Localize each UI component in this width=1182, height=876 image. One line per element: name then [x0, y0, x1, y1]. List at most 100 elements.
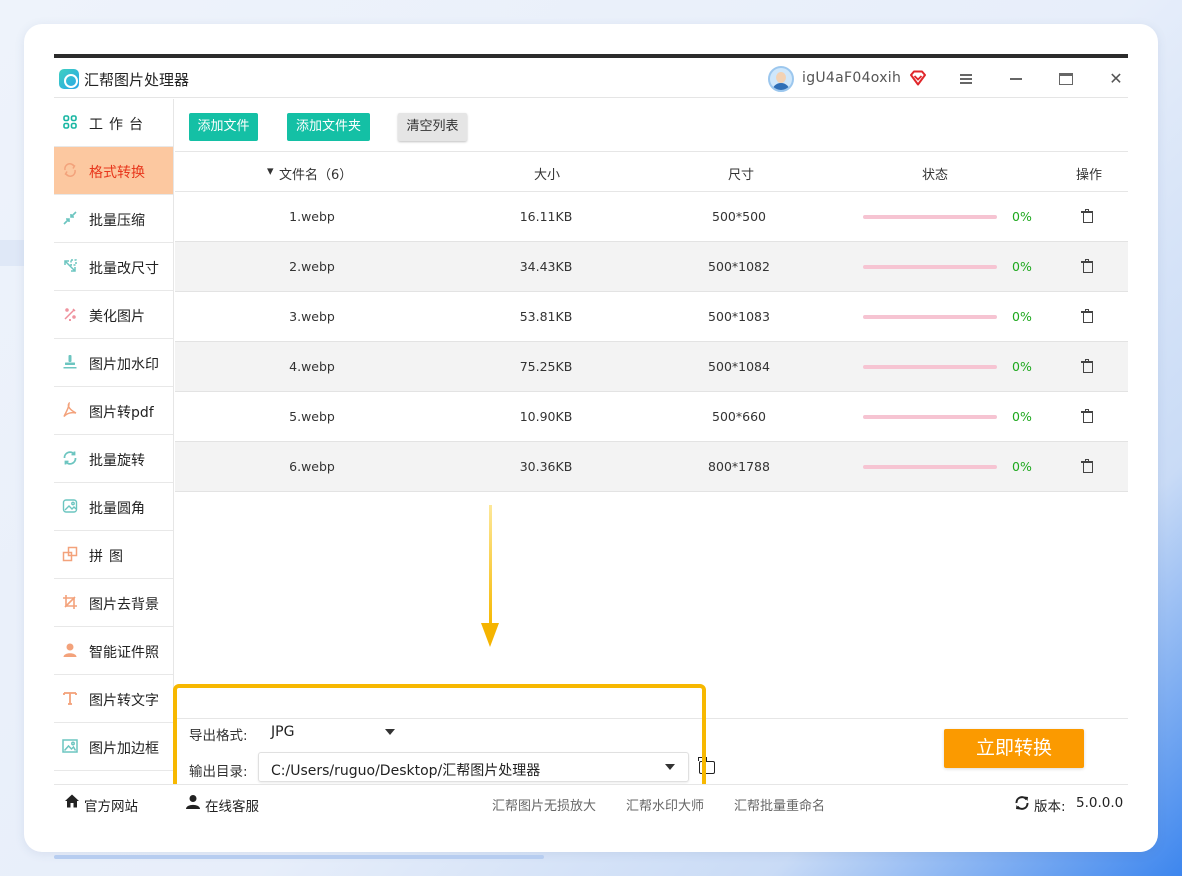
user-avatar[interactable]	[768, 66, 794, 92]
puzzle-icon	[62, 546, 78, 562]
sidebar-item-rounded-corners[interactable]: 批量圆角	[54, 483, 173, 531]
add-folder-button[interactable]: 添加文件夹	[287, 113, 370, 141]
footer-link-rename[interactable]: 汇帮批量重命名	[734, 795, 825, 814]
app-logo-icon	[59, 69, 79, 89]
sidebar-item-label: 图片去背景	[89, 597, 159, 613]
sidebar-item-workbench[interactable]: 工作台	[54, 99, 173, 147]
table-row[interactable]: 6.webp 30.36KB 800*1788 0%	[175, 442, 1128, 492]
person-icon	[63, 643, 77, 657]
row-progress-text: 0%	[1012, 259, 1032, 274]
table-row[interactable]: 1.webp 16.11KB 500*500 0%	[175, 192, 1128, 242]
pdf-icon	[63, 402, 77, 418]
maximize-icon[interactable]	[1054, 68, 1078, 90]
row-filename: 4.webp	[289, 359, 335, 374]
annotation-highlight-box	[173, 684, 706, 798]
row-size: 16.11KB	[519, 209, 573, 224]
close-icon[interactable]: ✕	[1104, 68, 1128, 90]
clear-list-button[interactable]: 清空列表	[398, 113, 467, 141]
row-dimensions: 500*1083	[708, 309, 770, 324]
menu-icon[interactable]	[954, 68, 978, 90]
column-header-dimensions: 尺寸	[728, 168, 755, 183]
table-row[interactable]: 4.webp 75.25KB 500*1084 0%	[175, 342, 1128, 392]
row-filename: 5.webp	[289, 409, 335, 424]
sidebar-item-batch-rotate[interactable]: 批量旋转	[54, 435, 173, 483]
row-size: 75.25KB	[519, 359, 573, 374]
convert-icon	[64, 163, 76, 177]
minimize-icon[interactable]	[1004, 68, 1028, 90]
row-size: 53.81KB	[519, 309, 573, 324]
text-icon	[63, 692, 77, 705]
file-table: ▾ 文件名（6） 大小 尺寸 状态 操作 1.webp 16.11KB 500*…	[175, 152, 1128, 492]
row-filename: 1.webp	[289, 209, 335, 224]
delete-trash-icon[interactable]	[1081, 459, 1093, 473]
sidebar-item-format-convert[interactable]: 格式转换	[54, 147, 173, 195]
delete-trash-icon[interactable]	[1081, 309, 1093, 323]
sidebar-item-id-photo[interactable]: 智能证件照	[54, 627, 173, 675]
sidebar-item-remove-background[interactable]: 图片去背景	[54, 579, 173, 627]
title-bar: 汇帮图片处理器 igU4aF04oxih ✕	[54, 58, 1128, 98]
row-dimensions: 800*1788	[708, 459, 770, 474]
beautify-icon	[64, 308, 76, 321]
watermark-icon	[63, 355, 77, 369]
refresh-icon[interactable]	[1014, 795, 1030, 811]
sidebar-item-to-pdf[interactable]: 图片转pdf	[54, 387, 173, 435]
sort-triangle-icon[interactable]: ▾	[267, 164, 274, 179]
column-header-filename[interactable]: 文件名（6）	[279, 164, 352, 183]
footer-link-upscale[interactable]: 汇帮图片无损放大	[492, 795, 596, 814]
sidebar-item-watermark[interactable]: 图片加水印	[54, 339, 173, 387]
sidebar-item-label: 批量旋转	[89, 453, 145, 469]
row-size: 34.43KB	[519, 259, 573, 274]
sidebar-item-add-border[interactable]: 图片加边框	[54, 723, 173, 771]
sidebar-item-label: 图片转文字	[89, 693, 159, 709]
username[interactable]: igU4aF04oxih	[802, 70, 901, 86]
row-filename: 6.webp	[289, 459, 335, 474]
sidebar-item-label: 工作台	[89, 117, 149, 133]
add-file-button[interactable]: 添加文件	[189, 113, 258, 141]
version-label: 版本:	[1034, 799, 1066, 815]
sidebar-item-batch-compress[interactable]: 批量压缩	[54, 195, 173, 243]
row-size: 30.36KB	[519, 459, 573, 474]
diamond-icon[interactable]	[909, 70, 927, 86]
rotate-icon	[63, 451, 77, 465]
sidebar-item-label: 图片转pdf	[89, 405, 154, 421]
toolbar: 添加文件 添加文件夹 清空列表	[175, 99, 1128, 152]
table-row[interactable]: 2.webp 34.43KB 500*1082 0%	[175, 242, 1128, 292]
compress-icon	[63, 211, 77, 225]
sidebar-item-beautify[interactable]: 美化图片	[54, 291, 173, 339]
annotation-arrow-head	[481, 623, 499, 647]
table-row[interactable]: 3.webp 53.81KB 500*1083 0%	[175, 292, 1128, 342]
sidebar-item-label: 格式转换	[89, 165, 145, 181]
footer-link-watermark[interactable]: 汇帮水印大师	[626, 795, 704, 814]
row-filename: 2.webp	[289, 259, 335, 274]
annotation-arrow-shaft	[489, 505, 492, 627]
online-support-link[interactable]: 在线客服	[205, 795, 259, 815]
resize-icon	[64, 259, 77, 272]
sidebar-item-label: 美化图片	[89, 309, 145, 325]
delete-trash-icon[interactable]	[1081, 259, 1093, 273]
delete-trash-icon[interactable]	[1081, 409, 1093, 423]
row-dimensions: 500*1084	[708, 359, 770, 374]
column-header-actions: 操作	[1076, 168, 1103, 183]
rounded-image-icon	[62, 499, 78, 513]
sidebar-item-ocr[interactable]: 图片转文字	[54, 675, 173, 723]
row-dimensions: 500*500	[712, 209, 766, 224]
sidebar-item-batch-resize[interactable]: 批量改尺寸	[54, 243, 173, 291]
table-row[interactable]: 5.webp 10.90KB 500*660 0%	[175, 392, 1128, 442]
official-site-link[interactable]: 官方网站	[84, 795, 138, 815]
convert-now-button[interactable]: 立即转换	[944, 729, 1084, 768]
version-value: 5.0.0.0	[1076, 795, 1124, 811]
sidebar-item-label: 图片加水印	[89, 357, 159, 373]
progress-bar	[863, 465, 997, 469]
grid-icon	[63, 115, 77, 129]
delete-trash-icon[interactable]	[1081, 209, 1093, 223]
app-title: 汇帮图片处理器	[84, 71, 190, 89]
sidebar-item-collage[interactable]: 拼图	[54, 531, 173, 579]
sidebar-item-label: 图片加边框	[89, 741, 159, 757]
sidebar-item-label: 批量改尺寸	[89, 261, 159, 277]
delete-trash-icon[interactable]	[1081, 359, 1093, 373]
home-icon	[65, 794, 79, 808]
row-progress-text: 0%	[1012, 459, 1032, 474]
progress-bar	[863, 265, 997, 269]
progress-bar	[863, 365, 997, 369]
frame-icon	[62, 739, 78, 753]
